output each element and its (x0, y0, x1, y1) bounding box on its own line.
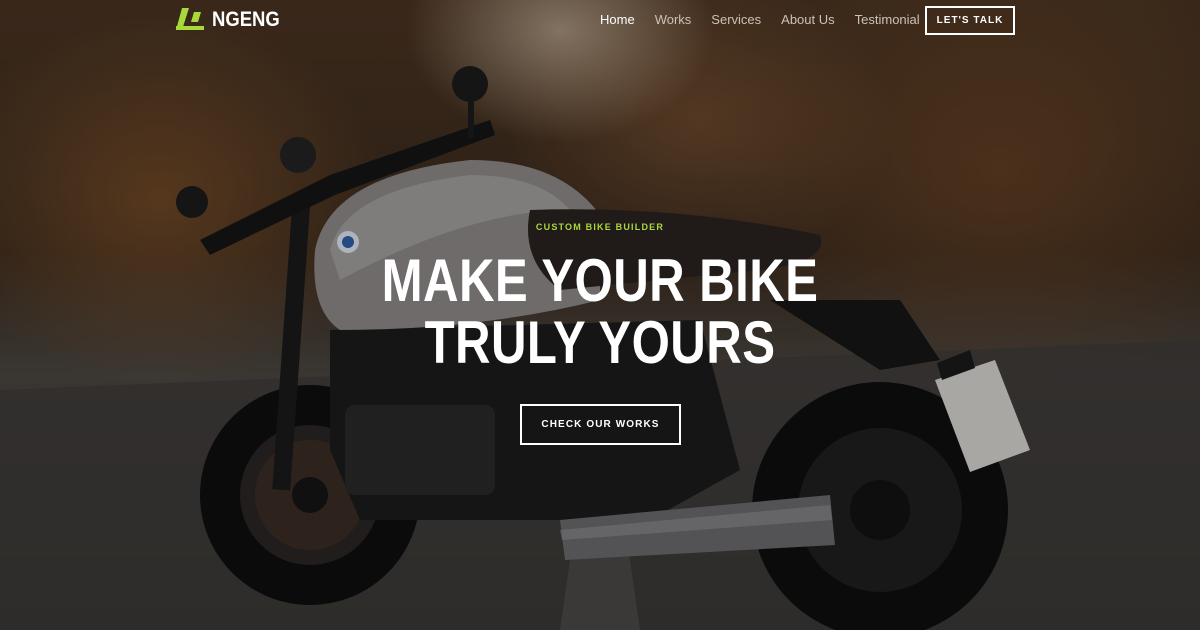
hero-content: CUSTOM BIKE BUILDER MAKE YOUR BIKE TRULY… (0, 222, 1200, 445)
brand-name: NGENG (212, 8, 280, 31)
main-nav: Home Works Services About Us Testimonial (600, 12, 940, 27)
check-our-works-button[interactable]: CHECK OUR WORKS (520, 404, 681, 445)
nav-link-services[interactable]: Services (711, 12, 761, 27)
hero-headline: MAKE YOUR BIKE TRULY YOURS (108, 250, 1092, 374)
nav-link-works[interactable]: Works (655, 12, 692, 27)
nav-link-home[interactable]: Home (600, 12, 635, 27)
nav-link-testimonial[interactable]: Testimonial (855, 12, 920, 27)
hero-eyebrow: CUSTOM BIKE BUILDER (535, 222, 665, 232)
slash-logo-icon (176, 8, 204, 30)
nav-link-about-us[interactable]: About Us (781, 12, 834, 27)
top-navbar: NGENG Home Works Services About Us Testi… (0, 0, 1200, 42)
hero-headline-line-1: MAKE YOUR BIKE (381, 247, 819, 314)
brand-logo[interactable]: NGENG (176, 8, 289, 32)
lets-talk-button[interactable]: LET'S TALK (925, 6, 1015, 35)
hero-headline-line-2: TRULY YOURS (424, 309, 776, 376)
